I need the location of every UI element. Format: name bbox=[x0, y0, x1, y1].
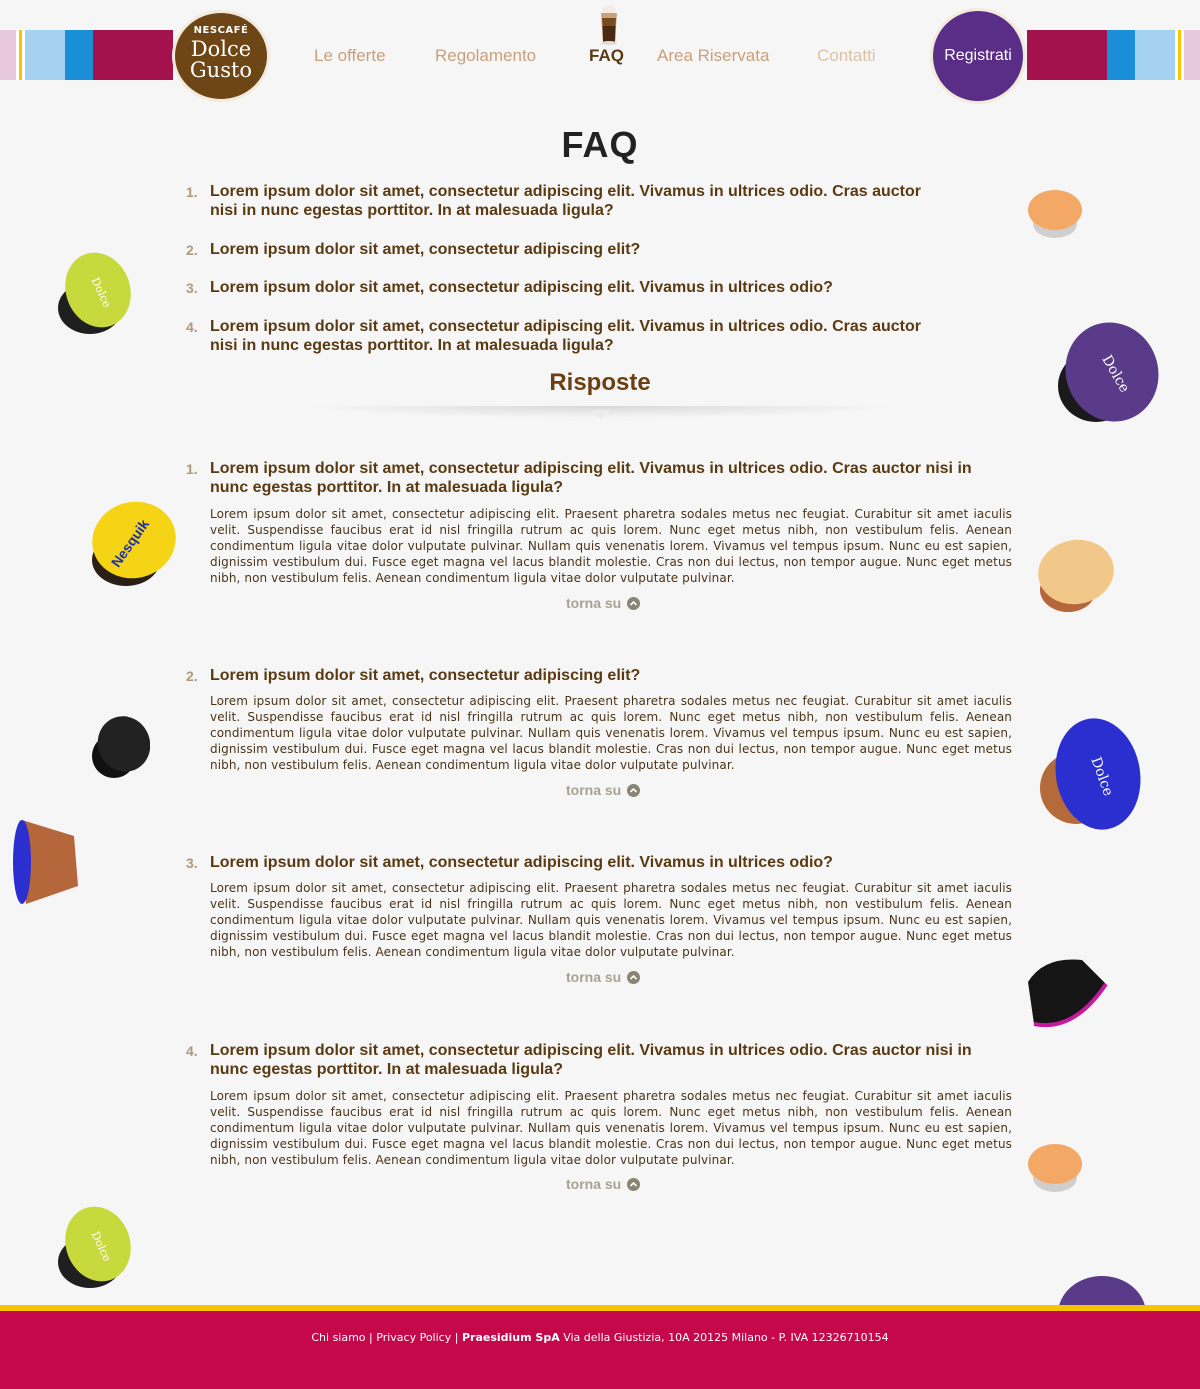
question-link[interactable]: Lorem ipsum dolor sit amet, consectetur … bbox=[210, 317, 946, 355]
back-to-top-label: torna su bbox=[566, 782, 622, 798]
register-button[interactable]: Registrati bbox=[930, 8, 1026, 104]
answer-number: 4. bbox=[186, 1043, 198, 1059]
answer-block: 2. Lorem ipsum dolor sit amet, consectet… bbox=[186, 666, 1012, 806]
back-to-top-link[interactable]: torna su bbox=[566, 782, 641, 798]
answer-question: Lorem ipsum dolor sit amet, consectetur … bbox=[210, 667, 641, 684]
capsule-black-icon bbox=[92, 716, 150, 778]
header-stripes-right bbox=[1027, 30, 1200, 80]
question-number: 3. bbox=[186, 280, 198, 296]
answer-number: 1. bbox=[186, 461, 198, 477]
capsule-mocha-icon: Dolce bbox=[1040, 718, 1141, 830]
capsule-blue-side-icon bbox=[13, 820, 78, 904]
answer-text: Lorem ipsum dolor sit amet, consectetur … bbox=[210, 881, 1012, 959]
back-to-top-label: torna su bbox=[566, 595, 622, 611]
header-stripes-left bbox=[0, 30, 173, 80]
capsule-latte-icon bbox=[1028, 190, 1082, 238]
chevron-up-icon bbox=[627, 970, 641, 984]
logo-line2: Dolce bbox=[190, 37, 252, 61]
back-to-top-link[interactable]: torna su bbox=[566, 1176, 641, 1192]
question-number: 2. bbox=[186, 242, 198, 258]
answer-question: Lorem ipsum dolor sit amet, consectetur … bbox=[210, 854, 833, 871]
chevron-up-icon bbox=[627, 596, 641, 610]
question-item[interactable]: 1. Lorem ipsum dolor sit amet, consectet… bbox=[186, 182, 946, 222]
page-title: FAQ bbox=[561, 124, 639, 165]
question-link[interactable]: Lorem ipsum dolor sit amet, consectetur … bbox=[210, 182, 946, 220]
back-to-top-label: torna su bbox=[566, 969, 622, 985]
capsule-latte-icon bbox=[1028, 1144, 1082, 1192]
capsule-espresso-ristretto-icon bbox=[1058, 1276, 1146, 1308]
answer-block: 4. Lorem ipsum dolor sit amet, consectet… bbox=[186, 1041, 1012, 1201]
question-number: 1. bbox=[186, 184, 198, 200]
nav-contatti[interactable]: Contatti bbox=[817, 46, 876, 66]
chevron-up-icon bbox=[627, 783, 641, 797]
question-link[interactable]: Lorem ipsum dolor sit amet, consectetur … bbox=[210, 278, 946, 297]
question-item[interactable]: 4. Lorem ipsum dolor sit amet, consectet… bbox=[186, 317, 946, 357]
capsule-cappuccino-icon: Dolce bbox=[58, 1206, 131, 1288]
footer-company: Praesidium SpA bbox=[461, 1331, 560, 1344]
question-link[interactable]: Lorem ipsum dolor sit amet, consectetur … bbox=[210, 240, 946, 259]
question-number: 4. bbox=[186, 319, 198, 335]
footer-separator: | bbox=[369, 1331, 373, 1344]
answer-number: 2. bbox=[186, 668, 198, 684]
nav-faq[interactable]: FAQ bbox=[589, 46, 624, 66]
nav-le-offerte[interactable]: Le offerte bbox=[314, 46, 386, 66]
capsule-espresso-ristretto-icon: Dolce bbox=[1058, 322, 1159, 422]
question-item[interactable]: 3. Lorem ipsum dolor sit amet, consectet… bbox=[186, 278, 946, 298]
footer-address: Via della Giustizia, 10A 20125 Milano - … bbox=[563, 1331, 889, 1344]
back-to-top-label: torna su bbox=[566, 1176, 622, 1192]
capsule-black-magenta-icon bbox=[1028, 959, 1108, 1028]
coffee-cup-icon bbox=[596, 4, 622, 46]
answer-text: Lorem ipsum dolor sit amet, consectetur … bbox=[210, 694, 1012, 772]
footer-link-chi-siamo[interactable]: Chi siamo bbox=[311, 1331, 365, 1344]
answers-heading: Risposte bbox=[549, 369, 651, 396]
logo-line1: NESCAFÉ bbox=[193, 25, 249, 36]
footer-link-privacy[interactable]: Privacy Policy bbox=[376, 1331, 451, 1344]
answer-question: Lorem ipsum dolor sit amet, consectetur … bbox=[210, 1042, 972, 1078]
footer-text: Chi siamo | Privacy Policy | Praesidium … bbox=[0, 1331, 1200, 1344]
question-item[interactable]: 2. Lorem ipsum dolor sit amet, consectet… bbox=[186, 240, 946, 260]
nav-area-riservata[interactable]: Area Riservata bbox=[657, 46, 769, 66]
answer-block: 1. Lorem ipsum dolor sit amet, consectet… bbox=[186, 459, 1012, 619]
capsule-nesquik-icon: Nesquik bbox=[92, 501, 176, 586]
capsule-chococino-icon bbox=[1038, 539, 1114, 612]
answer-text: Lorem ipsum dolor sit amet, consectetur … bbox=[210, 507, 1012, 585]
footer: Chi siamo | Privacy Policy | Praesidium … bbox=[0, 1305, 1200, 1389]
answer-block: 3. Lorem ipsum dolor sit amet, consectet… bbox=[186, 853, 1012, 993]
chevron-up-icon bbox=[627, 1177, 641, 1191]
answer-text: Lorem ipsum dolor sit amet, consectetur … bbox=[210, 1089, 1012, 1167]
logo-line3: Gusto bbox=[189, 58, 253, 82]
nav-regolamento[interactable]: Regolamento bbox=[435, 46, 536, 66]
capsule-cappuccino-icon: Dolce bbox=[58, 252, 131, 334]
answer-number: 3. bbox=[186, 855, 198, 871]
dolce-gusto-logo[interactable]: NESCAFÉ Dolce Gusto bbox=[172, 10, 270, 102]
back-to-top-link[interactable]: torna su bbox=[566, 969, 641, 985]
footer-separator: | bbox=[454, 1331, 459, 1344]
divider-arrow bbox=[591, 410, 611, 420]
back-to-top-link[interactable]: torna su bbox=[566, 595, 641, 611]
answer-question: Lorem ipsum dolor sit amet, consectetur … bbox=[210, 460, 972, 496]
